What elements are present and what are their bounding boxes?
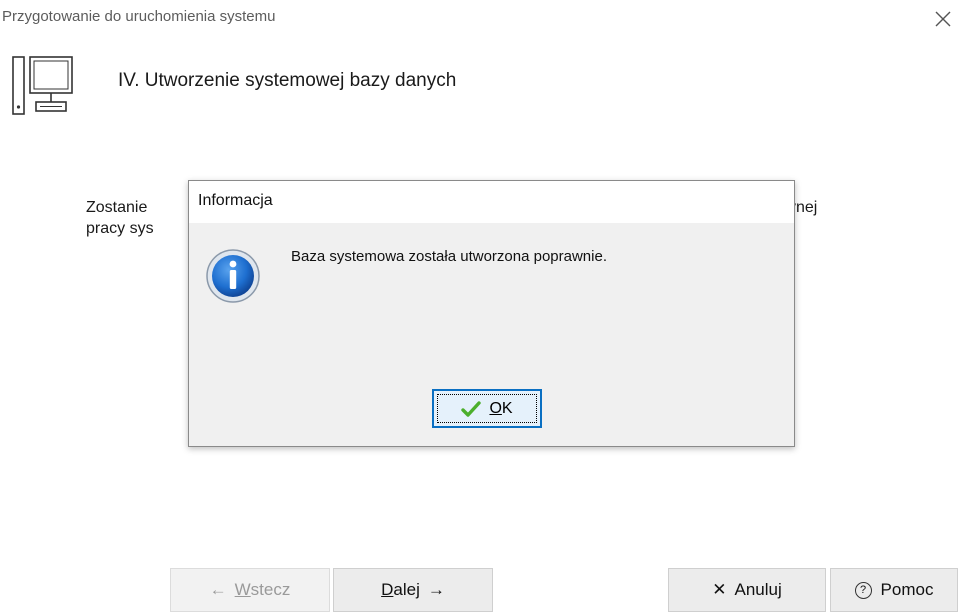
ok-button-focus: OK	[437, 394, 537, 423]
cancel-button[interactable]: ✕ Anuluj	[668, 568, 826, 612]
check-icon	[461, 400, 482, 417]
next-label: Dalej	[381, 580, 420, 600]
close-icon: ✕	[712, 580, 727, 599]
close-icon[interactable]	[932, 8, 954, 30]
back-label: Wstecz	[235, 580, 291, 600]
ok-mnemonic: O	[489, 399, 502, 417]
next-button[interactable]: Dalej →	[333, 568, 493, 612]
step-title: IV. Utworzenie systemowej bazy danych	[118, 70, 457, 91]
info-icon	[206, 249, 260, 303]
next-label-rest: alej	[393, 580, 420, 599]
computer-icon	[12, 56, 73, 115]
information-dialog: Informacja Baza systemowa została utworz…	[188, 180, 795, 447]
dialog-message: Baza systemowa została utworzona poprawn…	[291, 248, 607, 265]
arrow-left-icon: ←	[209, 580, 227, 599]
arrow-right-icon: →	[427, 580, 445, 599]
dialog-title-bar: Informacja	[189, 181, 794, 223]
back-mnemonic: W	[234, 580, 251, 599]
ok-label: OK	[489, 400, 512, 418]
next-mnemonic: D	[381, 580, 394, 599]
ok-button[interactable]: OK	[432, 389, 542, 428]
window-title: Przygotowanie do uruchomienia systemu	[2, 8, 276, 25]
ok-label-rest: K	[501, 399, 513, 417]
help-icon: ?	[854, 581, 872, 599]
help-button[interactable]: ? Pomoc	[830, 568, 958, 612]
cancel-label: Anuluj	[734, 580, 782, 599]
dialog-title: Informacja	[198, 192, 273, 209]
back-button[interactable]: ← Wstecz	[170, 568, 330, 612]
back-label-rest: stecz	[250, 580, 291, 599]
help-label: Pomoc	[880, 580, 934, 599]
